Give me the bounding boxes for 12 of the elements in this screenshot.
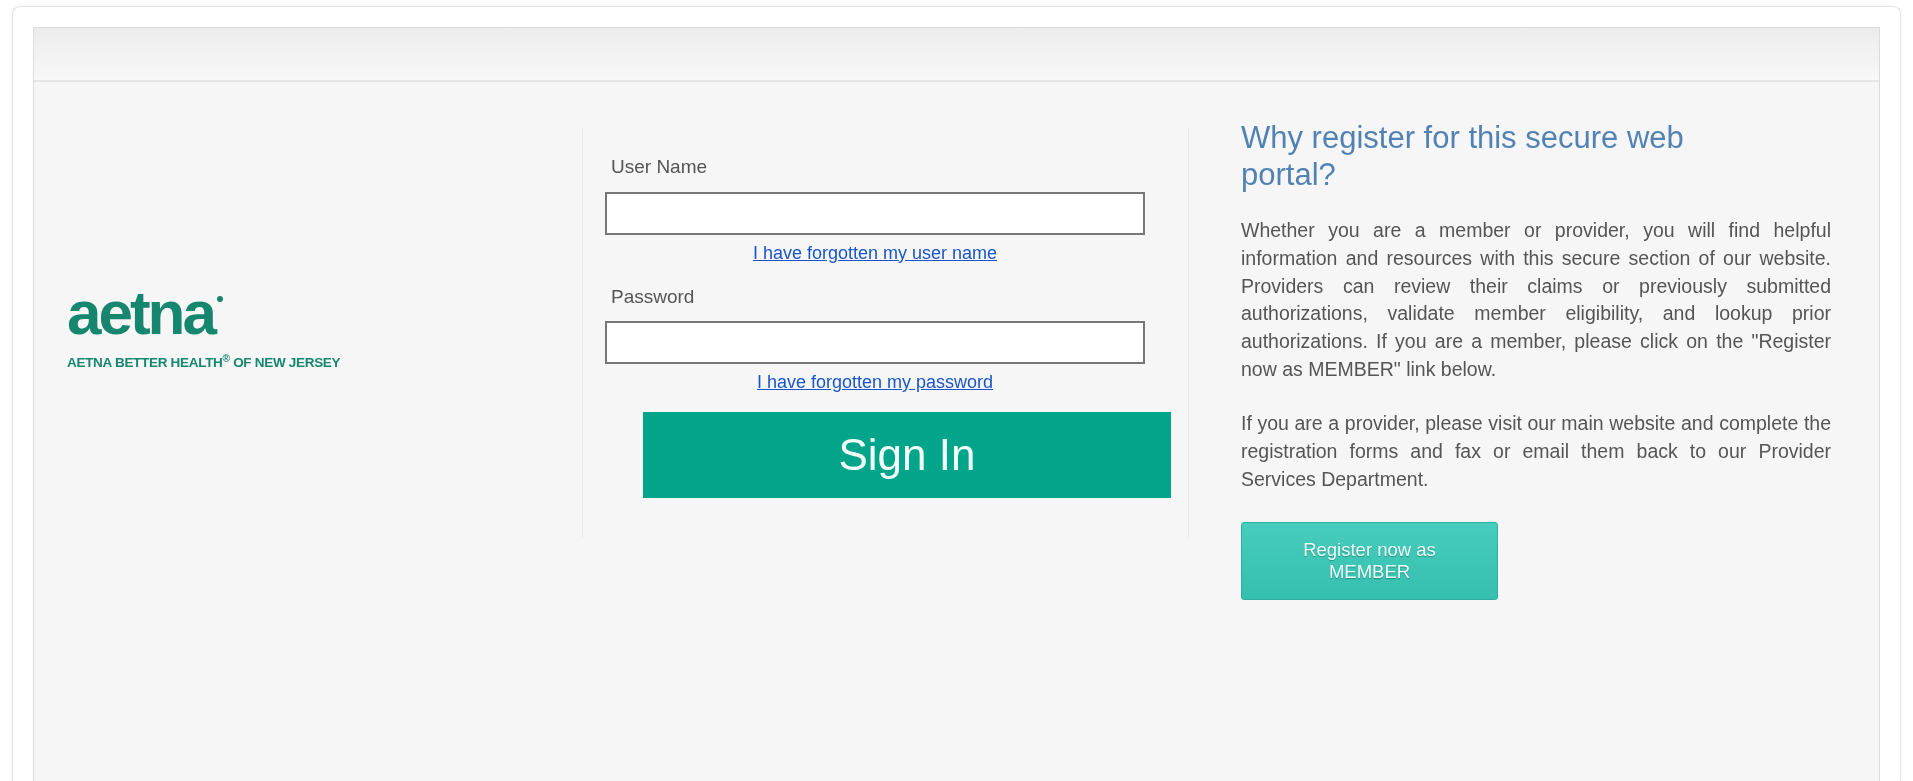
forgot-link[interactable]: I have forgotten my user name <box>752 242 998 263</box>
logo-wordmark: aetna <box>67 282 214 344</box>
input-field[interactable] <box>605 321 1145 364</box>
info-paragraph: Whether you are a member or provider, you will find helpful information and resources with this secure section of our website. Providers can review their claims or previously submitted authorizations, validate member eligibility, and lookup prior authorizations. If you are a member, please click on the "Register now as MEMBER" link below. <box>1241 218 1831 382</box>
input-field[interactable] <box>605 191 1145 235</box>
trademark-dot-icon <box>216 296 223 302</box>
forgot-link[interactable]: I have forgotten my password <box>756 372 994 392</box>
info-heading: Why register for this secure web portal? <box>1241 120 1685 194</box>
field-label: Password <box>611 284 695 309</box>
logo-tagline: AETNA BETTER HEALTH$^{®}$ OF NEW JERSEY <box>67 353 342 372</box>
field-label: User Name <box>611 155 708 179</box>
info-paragraph: If you are a provider, please visit our main website and complete the registration forms and fax or email them back to our Provider Services Department. <box>1241 411 1831 492</box>
